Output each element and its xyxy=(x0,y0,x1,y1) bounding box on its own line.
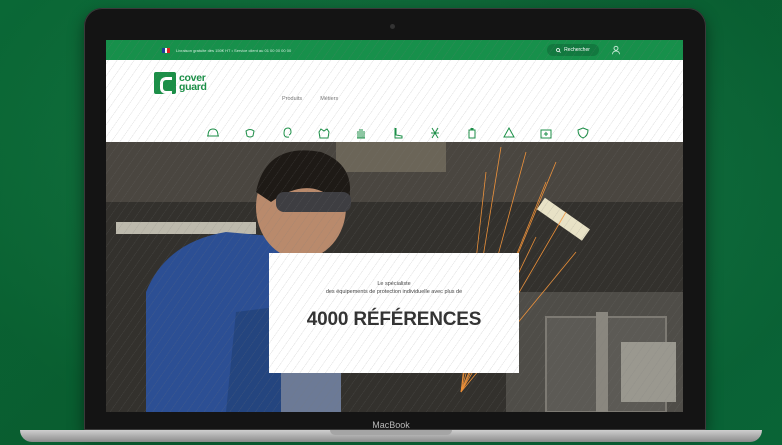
search-icon xyxy=(556,47,561,53)
search-button[interactable]: Rechercher xyxy=(547,44,599,56)
mask-icon xyxy=(244,129,255,138)
user-icon[interactable] xyxy=(611,45,621,55)
ear-icon xyxy=(282,127,292,138)
sign-icon xyxy=(502,126,515,138)
boot-icon xyxy=(394,128,402,139)
kit-icon xyxy=(540,129,551,139)
bottle-icon xyxy=(468,128,475,139)
promo-line-2: des équipements de protection individuel… xyxy=(325,289,463,295)
logo-mark-icon xyxy=(154,72,176,94)
harness-icon xyxy=(430,127,439,139)
helmet-icon xyxy=(206,128,219,137)
logo-line-2: guard xyxy=(179,81,207,93)
site-header: cover guard Produits Métiers Tête & visa… xyxy=(106,60,683,146)
nav-item-products[interactable]: Produits xyxy=(282,96,302,102)
camera-dot xyxy=(390,24,395,29)
nav-item-trades[interactable]: Métiers xyxy=(320,96,338,102)
glove-icon xyxy=(356,129,365,139)
laptop-notch xyxy=(330,430,452,435)
top-bar-message: Livraison gratuite dès 150€ HT • Service… xyxy=(176,47,292,53)
main-nav: Produits Métiers xyxy=(282,96,338,102)
hero-promo-card: Le spécialiste des équipements de protec… xyxy=(269,253,519,373)
laptop-screen: Livraison gratuite dès 150€ HT • Service… xyxy=(106,40,683,412)
promo-line-1: Le spécialiste xyxy=(377,281,411,287)
jacket-icon xyxy=(317,128,330,139)
shield-icon xyxy=(576,127,589,139)
device-label: MacBook xyxy=(372,420,410,430)
search-label: Rechercher xyxy=(564,47,590,53)
top-bar: Livraison gratuite dès 150€ HT • Service… xyxy=(106,40,683,60)
promo-headline: 4000 RÉFÉRENCES xyxy=(306,309,482,330)
coverguard-logo[interactable]: cover guard xyxy=(154,70,232,96)
french-flag-icon xyxy=(162,47,171,53)
